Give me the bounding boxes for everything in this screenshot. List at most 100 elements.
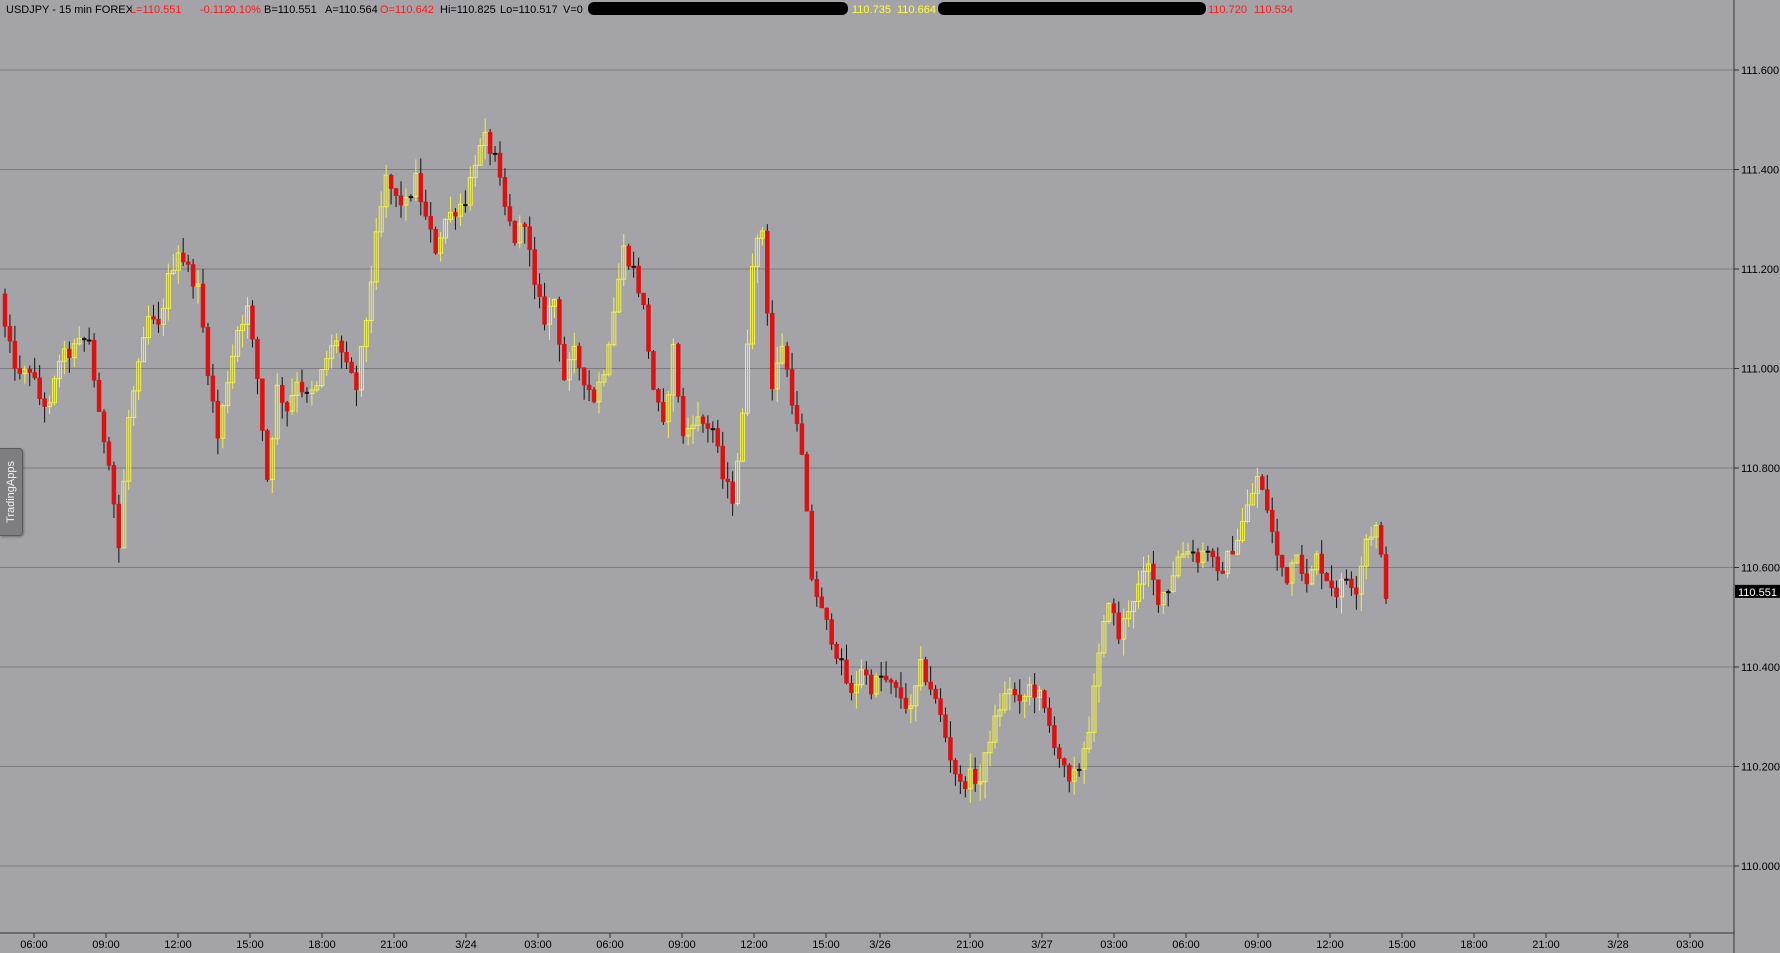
candle-down	[537, 284, 542, 297]
candle-down	[661, 402, 666, 422]
time-tick-label: 12:00	[164, 939, 192, 951]
header-ask: A=110.564	[325, 4, 378, 16]
candle-down	[641, 292, 646, 305]
candle-down	[453, 212, 458, 217]
candle-down	[799, 423, 805, 455]
time-tick-label: 03:00	[1100, 939, 1128, 951]
candle-down	[7, 326, 13, 342]
time-tick-label: 03:00	[524, 939, 552, 951]
header-bid: B=110.551	[264, 4, 317, 16]
candle-down	[784, 346, 790, 370]
candle-down	[953, 759, 958, 775]
price-tick-label: 111.200	[1741, 264, 1779, 276]
candle-down	[502, 177, 508, 207]
candle-down	[700, 416, 706, 424]
time-tick-label: 06:00	[596, 939, 624, 951]
candle-down	[849, 682, 854, 693]
candle-down	[2, 293, 8, 327]
time-tick-label: 3/26	[869, 939, 890, 951]
time-axis[interactable]: 06:00 09:00 12:00 15:00 18:00 21:00 3/24 03:00 0…	[20, 933, 1704, 951]
price-tick-label: 110.000	[1741, 861, 1780, 873]
candle-down	[428, 216, 433, 230]
candle-down	[933, 688, 938, 699]
header-change-pct: -0.10%	[226, 4, 261, 16]
candle-down	[111, 465, 117, 505]
candle-down	[1279, 555, 1285, 568]
candle-down	[705, 423, 711, 429]
candle-down	[656, 389, 661, 403]
time-tick-label: 12:00	[740, 939, 768, 951]
candle-down	[1265, 489, 1270, 511]
candle-down	[1354, 587, 1359, 595]
candle-down	[1383, 554, 1389, 599]
time-tick-label: 18:00	[308, 939, 336, 951]
candle-down	[215, 400, 221, 439]
time-tick-label: 15:00	[812, 939, 840, 951]
candle-down	[963, 781, 968, 789]
candle-down	[542, 296, 547, 325]
candle-down	[636, 265, 641, 294]
candle-down	[864, 669, 869, 676]
candle-down	[522, 223, 527, 227]
candle-down	[388, 174, 394, 189]
grid-lines	[0, 69, 1734, 867]
candle-down	[1195, 552, 1201, 563]
candle-neutral	[1344, 578, 1349, 581]
tradingapps-side-tab[interactable]: TradingApps	[0, 448, 23, 536]
candle-down	[923, 659, 928, 683]
candle-down	[96, 379, 102, 412]
candle-down	[809, 510, 815, 580]
candle-neutral	[304, 391, 310, 394]
candle-down	[903, 697, 909, 709]
candle-down	[393, 188, 399, 196]
candle-neutral	[839, 658, 844, 661]
candle-down	[928, 681, 933, 690]
candle-down	[770, 312, 775, 390]
redacted-block-2	[938, 2, 1206, 15]
side-tab-label: TradingApps	[5, 461, 17, 523]
price-tick-label: 110.600	[1741, 563, 1780, 575]
candle-down	[527, 226, 532, 250]
candle-down	[1111, 603, 1117, 614]
time-tick-label: 21:00	[956, 939, 984, 951]
candle-down	[42, 398, 47, 407]
candle-down	[824, 607, 829, 620]
time-tick-label: 12:00	[1316, 939, 1344, 951]
candle-neutral	[878, 675, 884, 678]
candle-down	[91, 339, 97, 381]
candle-down	[730, 481, 735, 504]
candlestick-chart[interactable]: 111.600 111.400 111.200 111.000 110.800 110.6…	[0, 0, 1780, 953]
candle-down	[1260, 476, 1265, 490]
candle-down	[581, 367, 587, 386]
time-tick-label: 15:00	[1388, 939, 1416, 951]
candle-down	[938, 698, 943, 716]
candle-down	[646, 304, 651, 352]
redacted-block-1	[588, 2, 848, 15]
candle-down	[487, 132, 493, 154]
candle-down	[958, 773, 963, 782]
candle-down	[299, 381, 305, 393]
price-tick-label: 111.000	[1741, 364, 1779, 376]
candle-neutral	[86, 339, 92, 342]
time-tick-label: 3/28	[1607, 939, 1628, 951]
candle-down	[804, 454, 810, 512]
candle-down	[562, 344, 567, 381]
price-axis[interactable]: 111.600 111.400 111.200 111.000 110.800 110.6…	[1734, 65, 1780, 873]
candle-neutral	[492, 152, 498, 155]
candle-down	[1274, 531, 1280, 556]
last-price-marker: 110.551	[1735, 584, 1780, 599]
candle-down	[1032, 684, 1037, 698]
candle-down	[1299, 554, 1305, 574]
candle-down	[156, 318, 161, 325]
candle-down	[675, 344, 681, 397]
last-price-label: 110.551	[1738, 587, 1777, 599]
time-tick-label: 09:00	[92, 939, 120, 951]
candle-down	[17, 368, 23, 374]
candle-down	[507, 206, 513, 222]
time-tick-label: 21:00	[1532, 939, 1560, 951]
candle-neutral	[1166, 591, 1171, 594]
candle-down	[433, 229, 438, 254]
candle-down	[720, 445, 725, 480]
candle-down	[1057, 747, 1062, 759]
header-ind2-b: 110.534	[1254, 4, 1293, 16]
